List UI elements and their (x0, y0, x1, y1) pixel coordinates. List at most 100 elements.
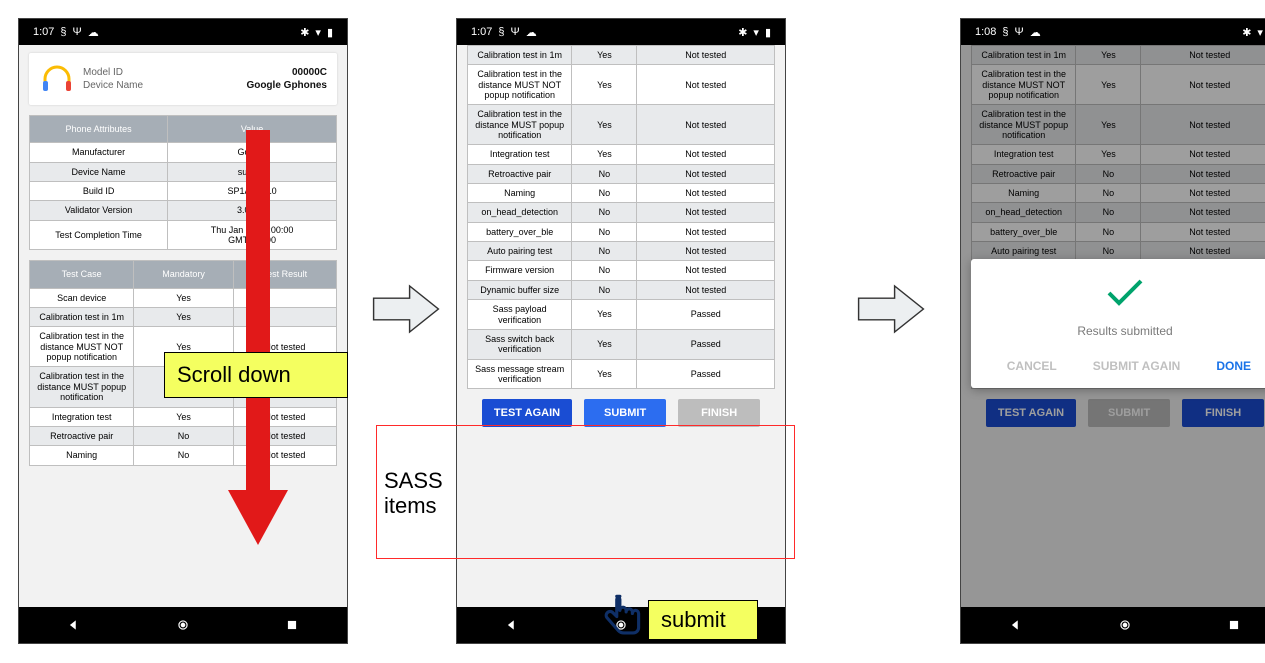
test-name: Calibration test in the distance MUST NO… (30, 327, 134, 367)
test-name: Naming (30, 446, 134, 465)
back-icon[interactable] (505, 618, 519, 632)
cancel-button[interactable]: CANCEL (1001, 358, 1063, 374)
back-icon[interactable] (1009, 618, 1023, 632)
cloud-icon: ☁ (1030, 26, 1041, 39)
test-mandatory: Yes (134, 288, 233, 307)
test-result: Not tested (637, 46, 775, 65)
status-icon: Ψ (511, 26, 520, 38)
test-again-button[interactable]: TEST AGAIN (482, 399, 572, 427)
flow-arrow-icon (370, 280, 442, 338)
table-row: Retroactive pairNoNot tested (468, 164, 775, 183)
phone-screenshot-1: 1:07 § Ψ ☁ ✱ ▾ ▮ Model ID 00000C (18, 18, 348, 644)
table-row: NamingNoNot tested (30, 446, 337, 465)
table-row: Integration testYesNot tested (468, 145, 775, 164)
table-row: on_head_detectionNoNot tested (468, 203, 775, 222)
attr-label: Test Completion Time (30, 220, 168, 250)
test-mandatory: Yes (572, 46, 637, 65)
bluetooth-icon: ✱ (1242, 26, 1251, 39)
test-results-table[interactable]: Calibration test in 1mYesNot testedCalib… (467, 45, 775, 389)
done-button[interactable]: DONE (1210, 358, 1257, 374)
test-mandatory: Yes (572, 329, 637, 359)
submit-annotation-text: submit (661, 607, 726, 633)
back-icon[interactable] (67, 618, 81, 632)
test-result: Not tested (637, 145, 775, 164)
recents-icon[interactable] (1227, 618, 1241, 632)
dialog-message: Results submitted (975, 324, 1265, 338)
scroll-down-text: Scroll down (177, 362, 291, 388)
test-mandatory: Yes (572, 359, 637, 389)
submit-button[interactable]: SUBMIT (584, 399, 666, 427)
attr-header: Phone Attributes (30, 116, 168, 143)
test-name: Integration test (468, 145, 572, 164)
android-nav-bar (19, 607, 347, 643)
wifi-icon: ▾ (753, 26, 759, 39)
test-result: Passed (637, 300, 775, 330)
scroll-down-annotation: Scroll down (164, 352, 348, 398)
wifi-icon: ▾ (315, 26, 321, 39)
status-icon: § (498, 26, 504, 38)
click-pointer-icon (598, 590, 648, 640)
test-name: Retroactive pair (468, 164, 572, 183)
test-result: Passed (637, 329, 775, 359)
test-mandatory: No (134, 446, 233, 465)
test-name: Auto pairing test (468, 242, 572, 261)
attr-label: Validator Version (30, 201, 168, 220)
home-icon[interactable] (176, 618, 190, 632)
test-name: Dynamic buffer size (468, 280, 572, 299)
test-name: Calibration test in 1m (468, 46, 572, 65)
battery-icon: ▮ (327, 26, 333, 39)
test-name: Scan device (30, 288, 134, 307)
test-mandatory: No (572, 222, 637, 241)
status-icon: Ψ (1015, 26, 1024, 38)
test-mandatory: Yes (572, 145, 637, 164)
table-row: Firmware versionNoNot tested (468, 261, 775, 280)
test-result: Not tested (637, 184, 775, 203)
test-result: Not tested (637, 222, 775, 241)
test-mandatory: Yes (134, 407, 233, 426)
test-name: Firmware version (468, 261, 572, 280)
submit-annotation: submit (648, 600, 758, 640)
sass-items-annotation: SASS items (384, 468, 443, 519)
test-name: Sass message stream verification (468, 359, 572, 389)
status-bar: 1:07 § Ψ ☁ ✱ ▾ ▮ (19, 19, 347, 45)
test-name: Naming (468, 184, 572, 203)
table-row: ManufacturerGoogle (30, 143, 337, 162)
table-row: Sass payload verificationYesPassed (468, 300, 775, 330)
finish-button[interactable]: FINISH (678, 399, 760, 427)
scroll-down-arrow-icon (228, 130, 288, 550)
table-row: Integration testYesNot tested (30, 407, 337, 426)
wifi-icon: ▾ (1257, 26, 1263, 39)
test-header: Mandatory (134, 261, 233, 288)
test-mandatory: No (572, 261, 637, 280)
test-name: on_head_detection (468, 203, 572, 222)
bluetooth-icon: ✱ (738, 26, 747, 39)
device-name-value: Google Gphones (246, 80, 327, 91)
test-name: Sass payload verification (468, 300, 572, 330)
table-row: battery_over_bleNoNot tested (468, 222, 775, 241)
test-name: Calibration test in 1m (30, 308, 134, 327)
table-row: Sass message stream verificationYesPasse… (468, 359, 775, 389)
test-mandatory: Yes (572, 65, 637, 105)
attr-label: Manufacturer (30, 143, 168, 162)
phone-screenshot-2: 1:07 § Ψ ☁ ✱ ▾ ▮ Calibration test in 1mY… (456, 18, 786, 644)
cloud-icon: ☁ (526, 26, 537, 39)
device-card: Model ID 00000C Device Name Google Gphon… (29, 53, 337, 105)
phone-attributes-table: Phone Attributes Value ManufacturerGoogl… (29, 115, 337, 250)
test-result: Not tested (637, 105, 775, 145)
table-row: Retroactive pairNoNot tested (30, 426, 337, 445)
test-mandatory: No (572, 242, 637, 261)
test-result: Not tested (637, 261, 775, 280)
status-bar: 1:07 § Ψ ☁ ✱ ▾ ▮ (457, 19, 785, 45)
submit-again-button[interactable]: SUBMIT AGAIN (1087, 358, 1187, 374)
bluetooth-icon: ✱ (300, 26, 309, 39)
test-name: battery_over_ble (468, 222, 572, 241)
table-row: Build IDSP1A.21110 (30, 182, 337, 201)
phone-screenshot-3: 1:08 § Ψ ☁ ✱ ▾ ▮ Calibration test in 1mY… (960, 18, 1265, 644)
recents-icon[interactable] (285, 618, 299, 632)
test-name: Sass switch back verification (468, 329, 572, 359)
test-result: Not tested (637, 280, 775, 299)
test-name: Retroactive pair (30, 426, 134, 445)
home-icon[interactable] (1118, 618, 1132, 632)
android-nav-bar (961, 607, 1265, 643)
test-result: Not tested (637, 65, 775, 105)
